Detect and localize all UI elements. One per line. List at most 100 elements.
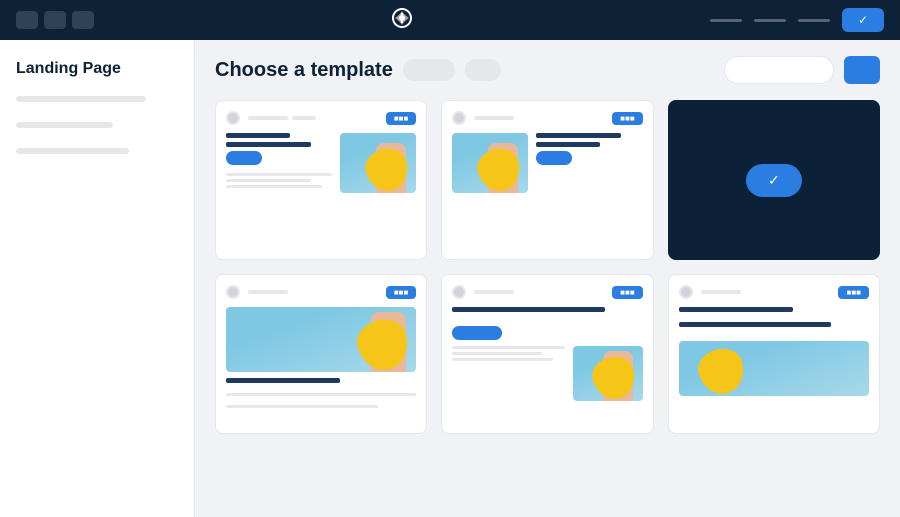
card-gray-line [226, 185, 322, 188]
nav-left-controls [16, 11, 94, 29]
card-5-header: ■■■ [452, 285, 642, 299]
card-1-body [226, 133, 416, 193]
card-dark-line [536, 133, 621, 138]
card-4-image [226, 307, 416, 372]
nav-control-1[interactable] [16, 11, 38, 29]
card-1-cta [226, 151, 262, 165]
card-6-header: ■■■ [679, 285, 869, 299]
main-layout: Landing Page Choose a template [0, 40, 900, 517]
card-dark-line [226, 378, 340, 383]
sidebar-nav-item-3[interactable] [16, 148, 129, 154]
card-5-cta [452, 326, 502, 340]
template-grid: ■■■ [215, 100, 880, 434]
card-2-header: ■■■ [452, 111, 642, 125]
filter-pill-2[interactable] [465, 59, 501, 81]
card-dark-line [226, 142, 311, 147]
card-1-image [340, 133, 416, 193]
top-navigation: ✓ [0, 0, 900, 40]
card-5-badge: ■■■ [612, 286, 643, 299]
card-5-row [452, 346, 642, 401]
card-gray-line [452, 352, 542, 355]
card-1-header: ■■■ [226, 111, 416, 125]
card-5-body [452, 307, 642, 401]
filter-pill[interactable] [403, 59, 455, 81]
card-4-body [226, 307, 416, 411]
card-gray-line [226, 393, 416, 396]
card-6-image [679, 341, 869, 396]
card-line [248, 116, 288, 120]
page-title: Choose a template [215, 59, 393, 82]
card-6-body [679, 307, 869, 396]
card-gray-line [226, 405, 378, 408]
card-dark-line [452, 307, 604, 312]
card-2-badge: ■■■ [612, 112, 643, 125]
card-gray-line [452, 358, 553, 361]
card-line [474, 116, 514, 120]
card-line [474, 290, 514, 294]
lemon-image-6 [679, 341, 869, 396]
card-4-badge: ■■■ [386, 286, 417, 299]
template-card-1[interactable]: ■■■ [215, 100, 427, 260]
card-6-lines [701, 290, 839, 294]
card-dark-line [679, 322, 831, 327]
card-1-lines [248, 116, 386, 120]
nav-control-3[interactable] [72, 11, 94, 29]
card-dark-line [536, 142, 600, 147]
nav-divider-2 [754, 19, 786, 22]
nav-divider-1 [710, 19, 742, 22]
template-card-3[interactable]: ✓ [668, 100, 880, 260]
template-card-5[interactable]: ■■■ [441, 274, 653, 434]
card-4-header: ■■■ [226, 285, 416, 299]
card-line [248, 290, 288, 294]
lemon-image-2 [452, 133, 528, 193]
search-input[interactable] [724, 56, 834, 84]
nav-right-controls: ✓ [710, 8, 884, 32]
card-dark-line [679, 307, 793, 312]
sidebar-nav-item-2[interactable] [16, 122, 113, 128]
selected-check-badge: ✓ [746, 164, 802, 197]
sidebar: Landing Page [0, 40, 195, 517]
lemon-graphic [694, 344, 749, 396]
card-line [292, 116, 316, 120]
card-gray-line [226, 179, 311, 182]
card-4-lines [248, 290, 386, 294]
card-2-body [452, 133, 642, 193]
confirm-button[interactable]: ✓ [842, 8, 884, 32]
card-6-circle [679, 285, 693, 299]
content-header: Choose a template [215, 56, 880, 84]
card-2-cta [536, 151, 572, 165]
card-1-circle [226, 111, 240, 125]
template-card-6[interactable]: ■■■ [668, 274, 880, 434]
card-gray-line [452, 346, 564, 349]
action-button[interactable] [844, 56, 880, 84]
nav-divider-3 [798, 19, 830, 22]
sidebar-title: Landing Page [16, 60, 178, 78]
template-card-2[interactable]: ■■■ [441, 100, 653, 260]
selected-overlay: ✓ [669, 101, 879, 259]
content-area: Choose a template ■■■ [195, 40, 900, 517]
template-card-4[interactable]: ■■■ [215, 274, 427, 434]
card-1-badge: ■■■ [386, 112, 417, 125]
sidebar-nav-item-1[interactable] [16, 96, 146, 102]
card-2-row [452, 133, 642, 193]
card-line [701, 290, 741, 294]
header-left: Choose a template [215, 59, 501, 82]
card-dark-line [226, 133, 290, 138]
card-5-image [573, 346, 643, 401]
card-5-lines [474, 290, 612, 294]
card-5-circle [452, 285, 466, 299]
card-4-circle [226, 285, 240, 299]
lemon-image-5 [573, 346, 643, 401]
nav-control-2[interactable] [44, 11, 66, 29]
card-2-circle [452, 111, 466, 125]
card-2-lines [474, 116, 612, 120]
card-2-text [536, 133, 642, 193]
card-1-row [226, 133, 416, 193]
app-logo [390, 6, 414, 35]
card-5-text [452, 346, 564, 401]
lemon-image-1 [340, 133, 416, 193]
card-2-image [452, 133, 528, 193]
card-6-badge: ■■■ [838, 286, 869, 299]
header-right [724, 56, 880, 84]
card-gray-line [226, 173, 332, 176]
